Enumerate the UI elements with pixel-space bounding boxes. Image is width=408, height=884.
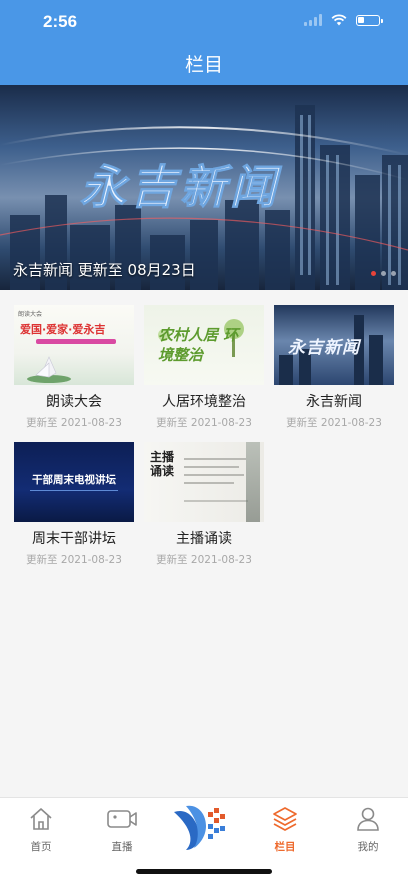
thumbnail-text: 干部周末电视讲坛 (32, 474, 116, 486)
column-thumbnail: 主播诵读 (144, 442, 264, 522)
thumbnail-text: 农村人居 环境整治 (158, 326, 239, 364)
home-icon (30, 808, 52, 830)
banner-caption: 永吉新闻 更新至 08月23日 (13, 261, 196, 279)
page-title: 栏目 (184, 54, 223, 76)
battery-icon (356, 14, 383, 26)
person-icon (357, 807, 379, 831)
column-updated: 更新至 2021-08-23 (156, 417, 252, 429)
column-thumbnail: 永吉新闻 (274, 305, 394, 385)
tab-columns[interactable]: 栏目 (255, 806, 315, 854)
status-icons (304, 14, 383, 26)
thumbnail-text: 永吉新闻 (288, 338, 360, 358)
home-indicator (136, 869, 272, 874)
tab-label: 我的 (357, 841, 379, 853)
banner-art-text: 永吉新闻 (80, 160, 282, 214)
banner-carousel[interactable]: 永吉新闻 永吉新闻 更新至 08月23日 (0, 85, 408, 290)
wifi-icon (331, 14, 347, 26)
column-updated: 更新至 2021-08-23 (156, 554, 252, 566)
carousel-dot (381, 271, 386, 276)
column-title: 人居环境整治 (162, 394, 246, 410)
tab-label: 直播 (111, 841, 133, 853)
thumbnail-text: 主播诵读 (150, 450, 175, 478)
cellular-signal-icon (304, 14, 322, 26)
column-title: 周末干部讲坛 (32, 531, 116, 547)
carousel-dots (371, 271, 396, 276)
carousel-dot (371, 271, 376, 276)
tab-label: 首页 (30, 841, 52, 853)
column-thumbnail: 朗读大会 爱国·爱家·爱永吉 (14, 305, 134, 385)
column-card[interactable]: 朗读大会 爱国·爱家·爱永吉 朗读大会 更新至 2021-08-23 (13, 305, 135, 430)
column-card[interactable]: 永吉新闻 永吉新闻 更新至 2021-08-23 (273, 305, 395, 430)
tab-label: 栏目 (274, 841, 296, 853)
top-bar: 2:56 栏目 (0, 0, 408, 85)
column-thumbnail: 农村人居 环境整治 (144, 305, 264, 385)
column-card[interactable]: 农村人居 环境整治 人居环境整治 更新至 2021-08-23 (143, 305, 265, 430)
layers-icon (273, 807, 297, 831)
tab-home[interactable]: 首页 (11, 806, 71, 854)
column-updated: 更新至 2021-08-23 (26, 417, 122, 429)
app-logo-icon (174, 805, 225, 850)
column-title: 主播诵读 (176, 531, 232, 547)
tab-profile[interactable]: 我的 (338, 806, 398, 854)
column-title: 永吉新闻 (306, 394, 362, 410)
column-updated: 更新至 2021-08-23 (286, 417, 382, 429)
tab-center-logo[interactable] (168, 798, 228, 858)
thumbnail-text: 爱国·爱家·爱永吉 (20, 323, 106, 336)
column-title: 朗读大会 (46, 394, 102, 410)
column-thumbnail: 干部周末电视讲坛 (14, 442, 134, 522)
tab-live[interactable]: 直播 (92, 806, 152, 854)
carousel-dot (391, 271, 396, 276)
status-time: 2:56 (43, 12, 78, 31)
column-card[interactable]: 主播诵读 主播诵读 更新至 2021-08-23 (143, 442, 265, 567)
column-updated: 更新至 2021-08-23 (26, 554, 122, 566)
video-camera-icon (107, 810, 137, 828)
column-card[interactable]: 干部周末电视讲坛 周末干部讲坛 更新至 2021-08-23 (13, 442, 135, 567)
